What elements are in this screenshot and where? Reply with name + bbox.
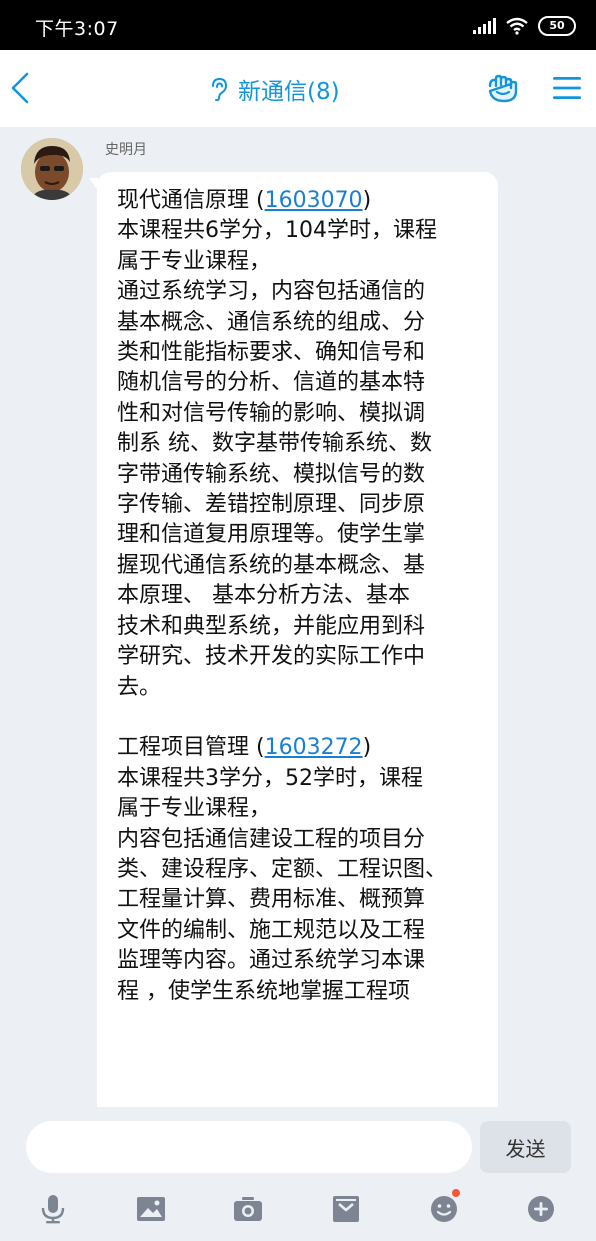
status-icons: 50 — [473, 14, 576, 38]
file-icon[interactable] — [326, 1189, 366, 1229]
send-button[interactable]: 发送 — [480, 1121, 571, 1173]
message-line: 类、建设程序、定额、工程识图、 — [117, 856, 448, 882]
status-bar: 下午3:07 50 — [0, 0, 596, 50]
message-line — [117, 703, 480, 733]
message-line: 程 ，使学生系统地掌握工程项 — [117, 978, 410, 1004]
input-bar: 发送 — [0, 1107, 596, 1241]
message-line: 工程项目管理 (1603272) — [117, 733, 480, 763]
toolbar — [0, 1189, 596, 1233]
wifi-icon — [506, 17, 528, 35]
message-line-prefix: 现代通信原理 ( — [117, 188, 265, 213]
message-line: 学研究、技术开发的实际工作中 — [117, 644, 426, 670]
sender-name: 史明月 — [105, 142, 147, 158]
back-icon[interactable] — [6, 68, 36, 108]
message-line: 技术和典型系统，并能应用到科 — [117, 613, 426, 639]
message-input[interactable] — [26, 1121, 472, 1173]
bubble-tail — [89, 178, 99, 192]
message-line: 字传输、差错控制原理、同步原 — [117, 492, 426, 518]
plus-icon[interactable] — [521, 1189, 561, 1229]
course-code-link[interactable]: 1603272 — [265, 735, 363, 760]
notification-dot — [452, 1189, 460, 1197]
message-line: 制系 统、数字基带传输系统、数 — [117, 431, 432, 457]
hand-gesture-icon[interactable] — [486, 74, 520, 104]
message-line: 理和信道复用原理等。使学生掌 — [117, 522, 426, 548]
chat-area[interactable]: 史明月 现代通信原理 (1603070) 本课程共6学分，104学时，课程 属于专业… — [0, 127, 596, 1107]
microphone-icon[interactable] — [33, 1189, 73, 1229]
emoji-icon[interactable] — [424, 1189, 464, 1229]
message-line: 现代通信原理 (1603070) — [117, 186, 480, 216]
chat-title-text: 新通信(8) — [238, 79, 340, 105]
message-line-prefix: 工程项目管理 ( — [117, 735, 265, 761]
message-line: 类和性能指标要求、确知信号和 — [117, 340, 426, 366]
message-line: 文件的编制、施工规范以及工程 — [117, 917, 426, 943]
chat-title: 新通信(8) — [208, 72, 340, 106]
message-line: 属于专业课程， — [117, 796, 272, 822]
status-time: 下午3:07 — [35, 18, 119, 40]
nav-bar: 新通信(8) — [0, 50, 596, 127]
menu-icon[interactable] — [553, 75, 581, 101]
message-line: 握现代通信系统的基本概念、基 — [117, 552, 426, 578]
earpiece-icon — [212, 77, 228, 102]
message-line: 随机信号的分析、信道的基本特 — [117, 370, 426, 396]
message-line: 监理等内容。通过系统学习本课 — [117, 948, 426, 974]
message-line: 工程量计算、费用标准、概预算 — [117, 887, 426, 913]
message-line-suffix: ) — [362, 735, 372, 761]
message-line: 本课程共3学分，52学时，课程 — [117, 765, 423, 791]
signal-icon — [473, 18, 496, 34]
message-line: 内容包括通信建设工程的项目分 — [117, 826, 426, 852]
message-line: 去。 — [117, 674, 162, 700]
course-code-link[interactable]: 1603070 — [265, 188, 363, 213]
message-bubble[interactable]: 现代通信原理 (1603070) 本课程共6学分，104学时，课程 属于专业课程，通… — [89, 172, 498, 1107]
battery-icon: 50 — [538, 16, 576, 36]
app-frame: 下午3:07 50 新通信(8) 史明月 现代通信原理 (1603070) 本课… — [0, 0, 596, 1241]
message-line: 本课程共6学分，104学时，课程 — [117, 218, 437, 244]
message-line-suffix: ) — [362, 188, 372, 213]
message-line: 基本概念、通信系统的组成、分 — [117, 309, 426, 335]
message-line: 字带通传输系统、模拟信号的数 — [117, 461, 426, 487]
message-text: 现代通信原理 (1603070) 本课程共6学分，104学时，课程 属于专业课程，通… — [117, 186, 480, 1007]
message-line: 属于专业课程， — [117, 248, 272, 274]
message-line: 通过系统学习，内容包括通信的 — [117, 279, 426, 305]
image-icon[interactable] — [131, 1189, 171, 1229]
avatar[interactable] — [21, 138, 83, 200]
message-line: 性和对信号传输的影响、模拟调 — [117, 400, 426, 426]
camera-icon[interactable] — [228, 1189, 268, 1229]
message-line: 本原理、 基本分析方法、基本 — [117, 583, 410, 609]
